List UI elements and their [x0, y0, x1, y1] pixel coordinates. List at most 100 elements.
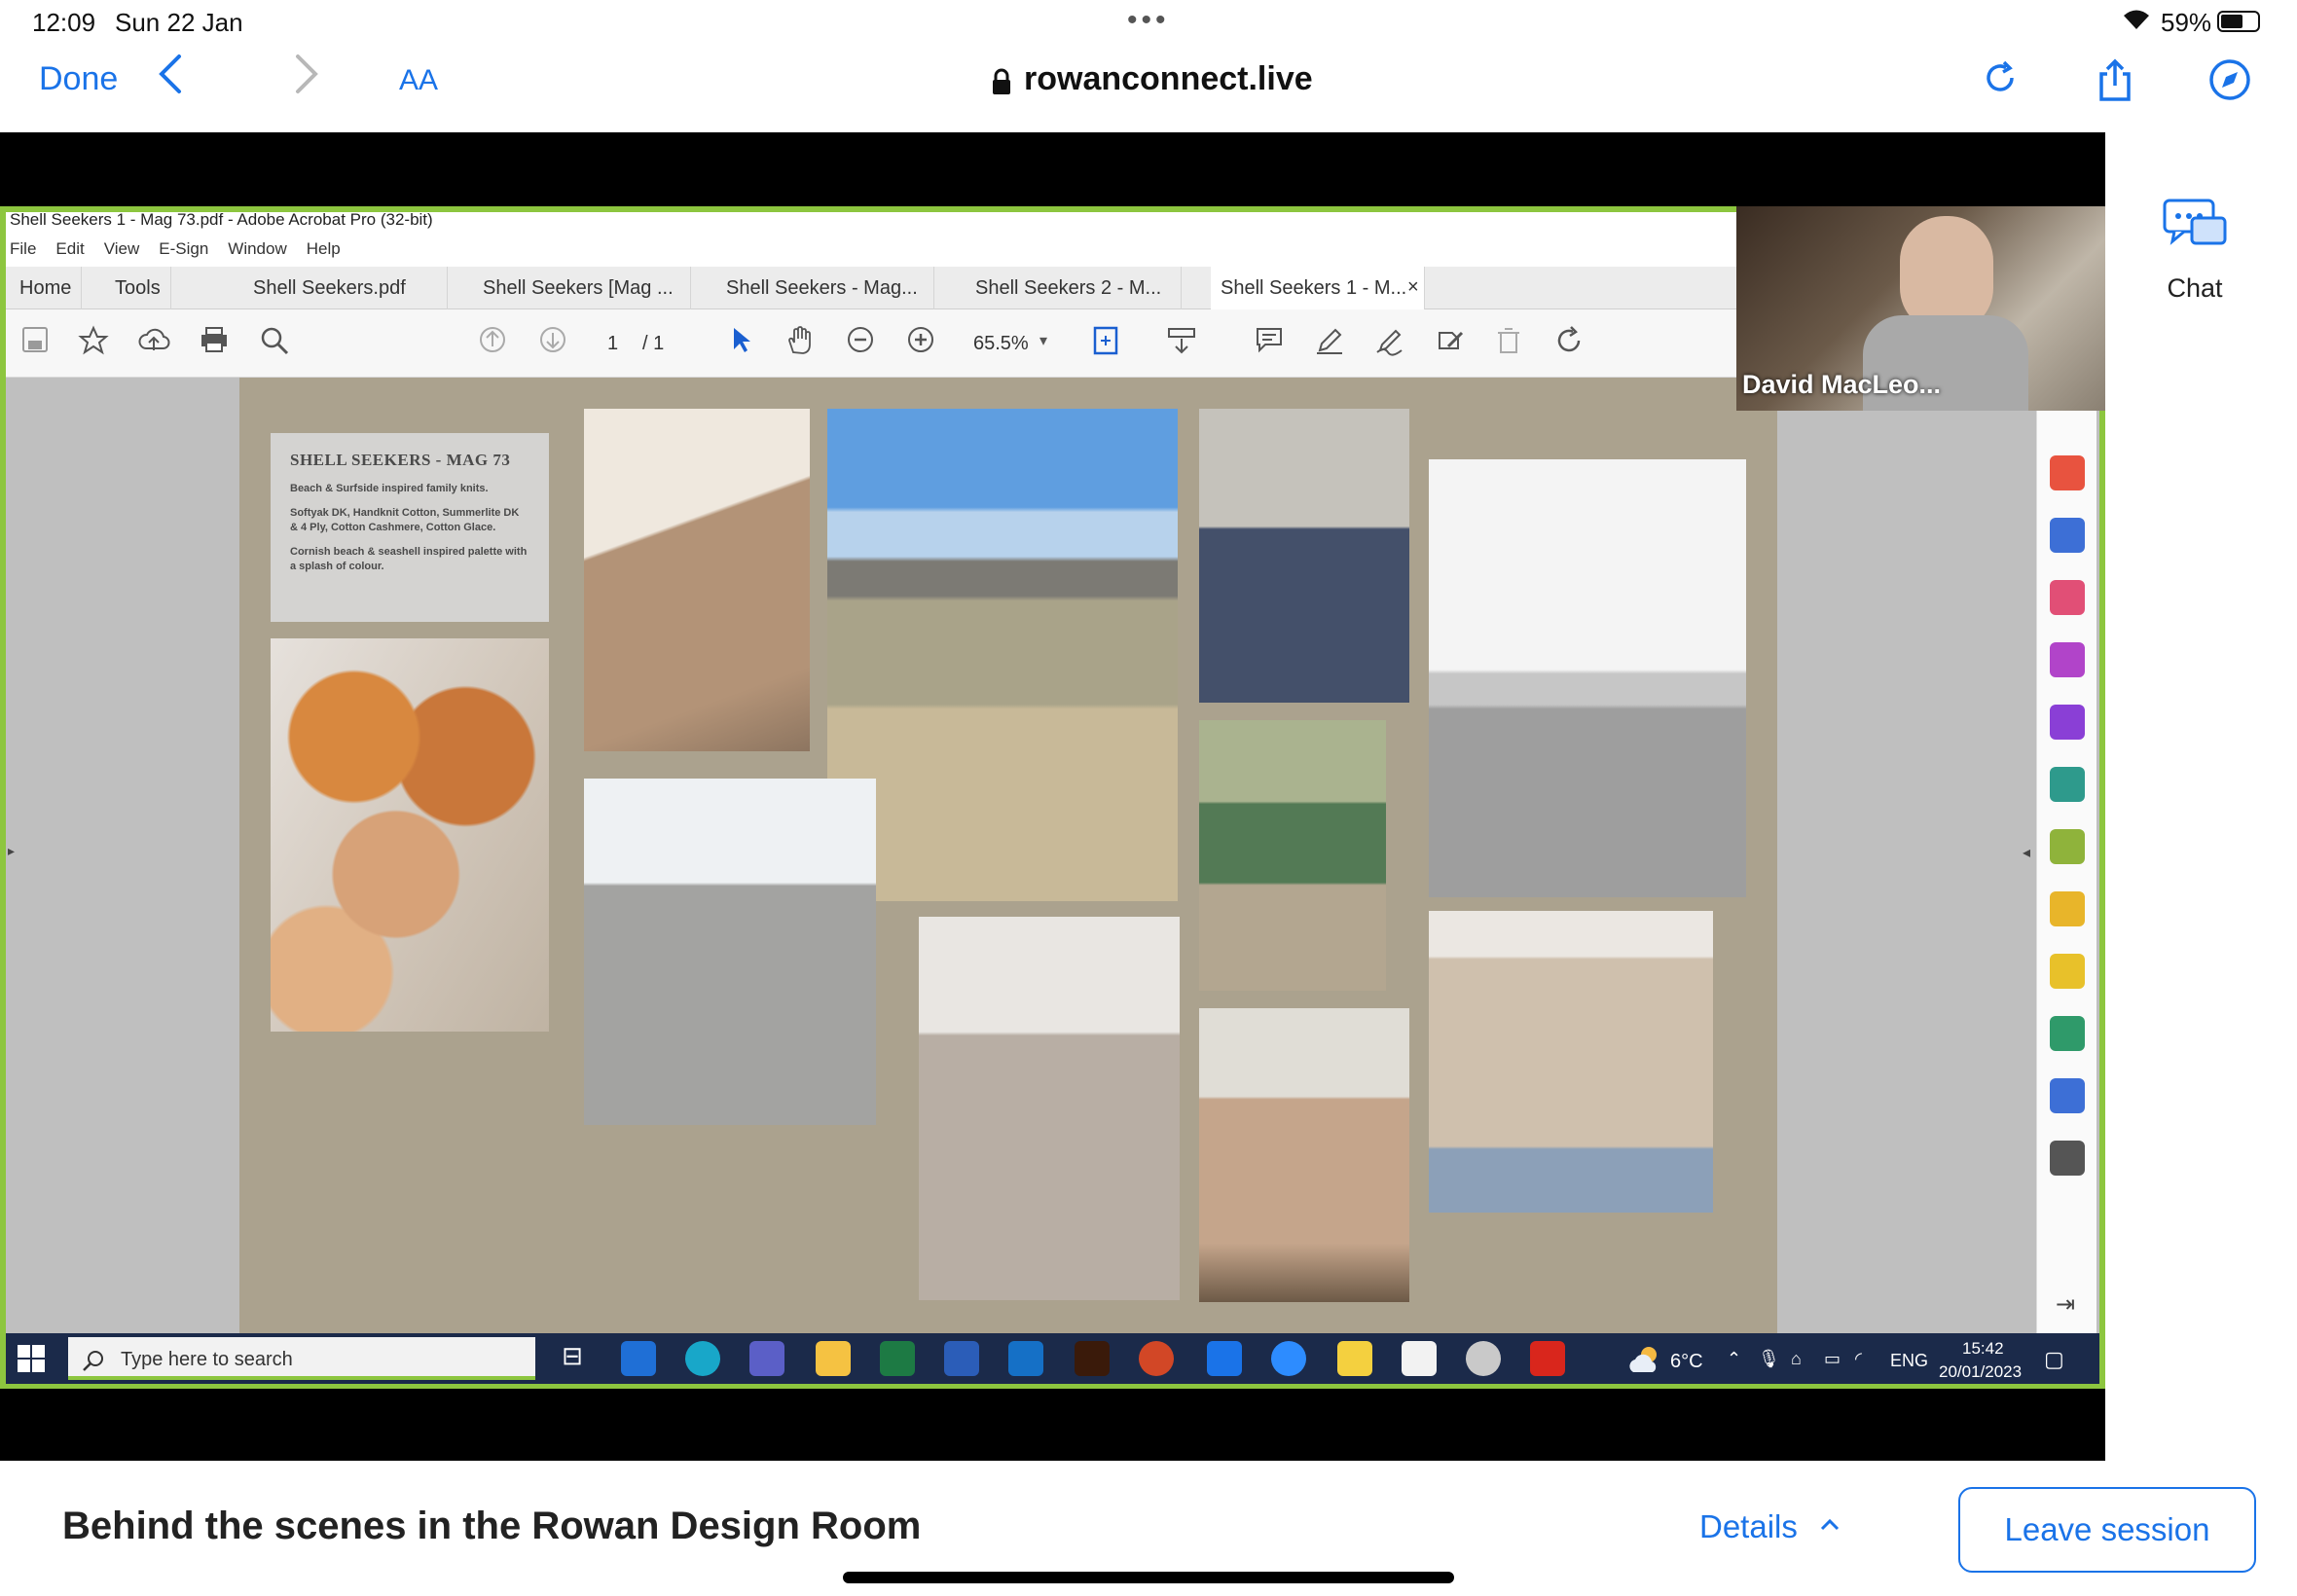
collapse-pane-icon[interactable]: ⇥: [2056, 1290, 2075, 1319]
multitasking-dots-icon[interactable]: •••: [1127, 4, 1170, 37]
delete-icon[interactable]: [1489, 325, 1528, 364]
sticky-notes-icon[interactable]: [1337, 1341, 1372, 1376]
illustrator-icon[interactable]: [1075, 1341, 1110, 1376]
acrobat-icon[interactable]: [1530, 1341, 1565, 1376]
tab-home[interactable]: Home: [10, 267, 83, 309]
protect-shield-icon[interactable]: [2050, 1078, 2085, 1113]
word-icon[interactable]: [944, 1341, 979, 1376]
zoom-in-icon[interactable]: [901, 325, 940, 364]
file-explorer-icon[interactable]: [816, 1341, 851, 1376]
tab-tools[interactable]: Tools: [105, 267, 171, 309]
page-number-input[interactable]: 1: [607, 333, 618, 355]
reload-icon[interactable]: [1976, 58, 2024, 107]
windows-start-icon[interactable]: [18, 1345, 45, 1372]
status-time: 12:09: [32, 8, 96, 37]
upload-cloud-icon[interactable]: [134, 325, 173, 364]
session-title: Behind the scenes in the Rowan Design Ro…: [62, 1505, 922, 1547]
scroll-mode-icon[interactable]: [1162, 325, 1201, 364]
forward-chevron-icon[interactable]: [292, 53, 321, 103]
taskbar-clock-time[interactable]: 15:42: [1962, 1339, 2004, 1359]
moodboard-yarns: Softyak DK, Handknit Cotton, Summerlite …: [290, 507, 520, 533]
zoom-out-icon[interactable]: [841, 325, 880, 364]
bookmark-star-icon[interactable]: [74, 325, 113, 364]
fill-sign-icon[interactable]: [1431, 325, 1470, 364]
organize-pages-icon[interactable]: [2050, 580, 2085, 615]
excel-icon[interactable]: [880, 1341, 915, 1376]
home-indicator[interactable]: [843, 1572, 1454, 1583]
send-for-review-icon[interactable]: [2050, 891, 2085, 926]
create-pdf-icon[interactable]: [2050, 455, 2085, 490]
notifications-icon[interactable]: ▢: [2044, 1347, 2064, 1372]
chevron-up-icon[interactable]: ⌃: [1727, 1349, 1741, 1369]
compass-icon[interactable]: [2206, 58, 2254, 107]
edit-pdf-icon[interactable]: [2050, 767, 2085, 802]
leave-session-button[interactable]: Leave session: [1958, 1487, 2256, 1573]
back-chevron-icon[interactable]: [156, 53, 185, 103]
tab-document-active[interactable]: Shell Seekers 1 - M...: [1211, 267, 1425, 309]
chat-label[interactable]: Chat: [2154, 273, 2236, 304]
store-icon[interactable]: [1402, 1341, 1437, 1376]
pane-toggle-chevron-icon[interactable]: ◂: [2023, 843, 2030, 862]
print-icon[interactable]: [195, 325, 234, 364]
left-panel-toggle-icon[interactable]: ▸: [8, 843, 15, 859]
powerpoint-icon[interactable]: [1139, 1341, 1174, 1376]
tab-document[interactable]: Shell Seekers [Mag ...: [473, 267, 691, 309]
search-zoom-icon[interactable]: [255, 325, 294, 364]
print-production-icon[interactable]: [2050, 1016, 2085, 1051]
zoom-app-icon[interactable]: [1271, 1341, 1306, 1376]
taskbar-app-icon[interactable]: [621, 1341, 656, 1376]
rotate-icon[interactable]: [1550, 325, 1588, 364]
man-cable-sweater-photo: [584, 409, 810, 751]
lock-icon: [991, 68, 1012, 100]
moodboard-palette: Cornish beach & seashell inspired palett…: [290, 546, 528, 572]
tab-close-icon[interactable]: ×: [1407, 276, 1419, 299]
chevron-up-icon[interactable]: [1818, 1514, 1841, 1539]
taskbar-weather[interactable]: 6°C: [1670, 1351, 1703, 1373]
address-bar-url[interactable]: rowanconnect.live: [1024, 60, 1313, 98]
draw-freehand-icon[interactable]: [1370, 325, 1409, 364]
more-tools-icon[interactable]: [2050, 1141, 2085, 1176]
hand-tool-icon[interactable]: [781, 325, 820, 364]
details-button[interactable]: Details: [1699, 1508, 1798, 1545]
request-signature-icon[interactable]: [2050, 642, 2085, 677]
menu-edit[interactable]: Edit: [55, 239, 84, 259]
taskbar-app-icon[interactable]: [1466, 1341, 1501, 1376]
edge-browser-icon[interactable]: [685, 1341, 720, 1376]
menu-view[interactable]: View: [104, 239, 140, 259]
compress-pdf-icon[interactable]: [2050, 829, 2085, 864]
menu-esign[interactable]: E-Sign: [159, 239, 208, 259]
comment-icon[interactable]: [1250, 325, 1289, 364]
comment-tool-icon[interactable]: [2050, 954, 2085, 989]
previous-page-icon[interactable]: [473, 325, 512, 364]
menu-file[interactable]: File: [10, 239, 36, 259]
page-fit-icon[interactable]: [1086, 325, 1125, 364]
highlight-pen-icon[interactable]: [1310, 325, 1349, 364]
zoom-level-select[interactable]: 65.5%: [973, 333, 1029, 355]
done-button[interactable]: Done: [39, 60, 118, 98]
save-icon[interactable]: [16, 325, 55, 364]
wifi-tray-icon[interactable]: ◜: [1855, 1349, 1862, 1369]
tab-document[interactable]: Shell Seekers 2 - M...: [966, 267, 1182, 309]
fill-and-sign-icon[interactable]: [2050, 705, 2085, 740]
share-icon[interactable]: [2091, 58, 2139, 107]
taskbar-app-icon[interactable]: [1207, 1341, 1242, 1376]
select-cursor-icon[interactable]: [722, 325, 761, 364]
teams-icon[interactable]: [749, 1341, 784, 1376]
network-icon[interactable]: ⌂: [1791, 1349, 1802, 1369]
chevron-down-icon[interactable]: ▾: [1039, 331, 1047, 350]
tab-document[interactable]: Shell Seekers.pdf: [243, 267, 448, 309]
outlook-icon[interactable]: [1008, 1341, 1043, 1376]
chat-bubbles-icon[interactable]: [2163, 199, 2227, 249]
taskbar-clock-date[interactable]: 20/01/2023: [1939, 1362, 2022, 1382]
export-pdf-icon[interactable]: [2050, 518, 2085, 553]
next-page-icon[interactable]: [533, 325, 572, 364]
microphone-icon[interactable]: 🎙: [1758, 1349, 1780, 1369]
battery-tray-icon[interactable]: ▭: [1824, 1349, 1841, 1369]
menu-window[interactable]: Window: [228, 239, 286, 259]
tab-document[interactable]: Shell Seekers - Mag...: [716, 267, 934, 309]
taskbar-language[interactable]: ENG: [1890, 1351, 1928, 1371]
task-view-icon[interactable]: ⊟: [555, 1341, 590, 1376]
reader-text-size-button[interactable]: AA: [399, 64, 438, 97]
menu-help[interactable]: Help: [307, 239, 341, 259]
moodboard-info-card: SHELL SEEKERS - MAG 73 Beach & Surfside …: [271, 433, 549, 622]
